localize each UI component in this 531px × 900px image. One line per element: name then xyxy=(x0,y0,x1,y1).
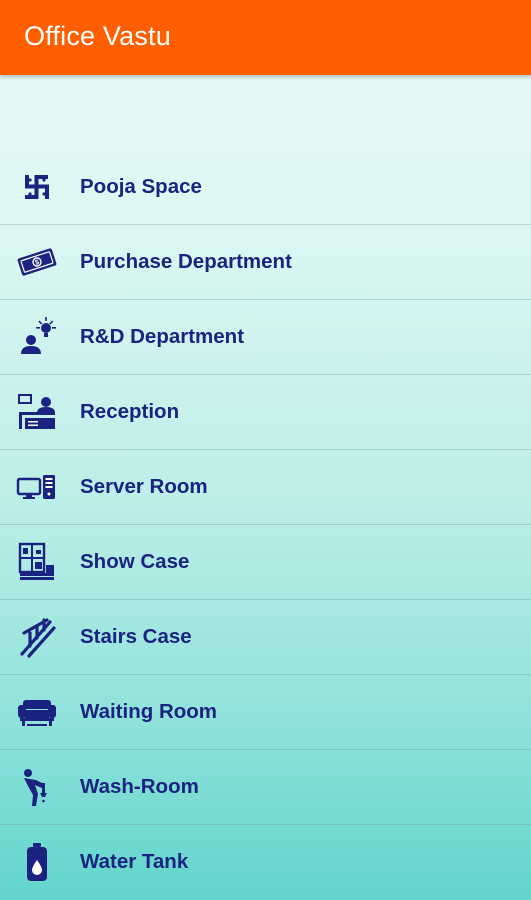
list-item-label: Stairs Case xyxy=(80,625,192,648)
list-item-water-tank[interactable]: Water Tank xyxy=(0,825,531,899)
water-tank-icon xyxy=(16,841,58,883)
list-item-pooja-space[interactable]: Pooja Space xyxy=(0,150,531,225)
list-item-wash-room[interactable]: Wash-Room xyxy=(0,750,531,825)
list-item-label: R&D Department xyxy=(80,325,245,348)
app-screen: Office Vastu Pooja Space $ Purchase Depa… xyxy=(0,0,531,900)
money-icon: $ xyxy=(16,241,58,283)
list-item-label: Wash-Room xyxy=(80,775,199,798)
list-item-label: Show Case xyxy=(80,550,190,573)
reception-desk-icon xyxy=(16,391,58,433)
sofa-icon xyxy=(16,691,58,733)
list-item-label: Waiting Room xyxy=(80,700,218,723)
list-item-server-room[interactable]: Server Room xyxy=(0,450,531,525)
swastika-icon xyxy=(16,166,58,208)
washroom-person-icon xyxy=(16,766,58,808)
list-item-label: Server Room xyxy=(80,475,208,498)
list-item-label: Pooja Space xyxy=(80,175,202,198)
list-item-label: Reception xyxy=(80,400,180,423)
list-item-reception[interactable]: Reception xyxy=(0,375,531,450)
idea-person-icon xyxy=(16,316,58,358)
list-item-show-case[interactable]: Show Case xyxy=(0,525,531,600)
list-item-stairs-case[interactable]: Stairs Case xyxy=(0,600,531,675)
list-item-purchase-department[interactable]: $ Purchase Department xyxy=(0,225,531,300)
menu-list: Pooja Space $ Purchase Department R&D De… xyxy=(0,150,531,899)
app-bar: Office Vastu xyxy=(0,0,531,75)
list-item-waiting-room[interactable]: Waiting Room xyxy=(0,675,531,750)
showcase-shelf-icon xyxy=(16,541,58,583)
staircase-icon xyxy=(16,616,58,658)
list-item-label: Purchase Department xyxy=(80,250,292,273)
app-title: Office Vastu xyxy=(24,21,171,51)
list-item-rd-department[interactable]: R&D Department xyxy=(0,300,531,375)
list-item-label: Water Tank xyxy=(80,850,189,873)
computer-server-icon xyxy=(16,466,58,508)
